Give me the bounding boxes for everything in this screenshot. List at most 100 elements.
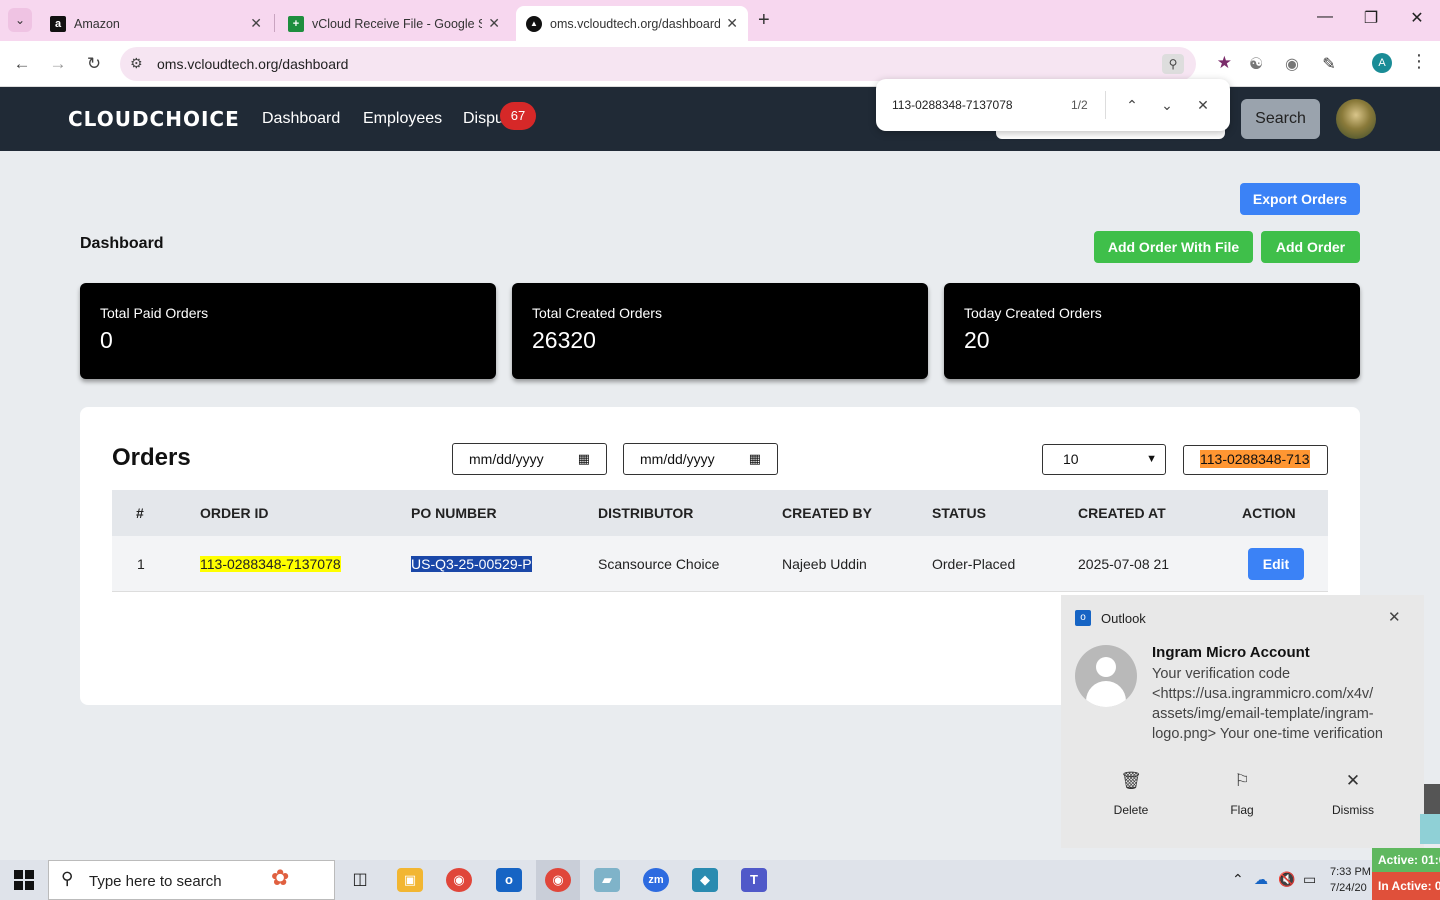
file-explorer-icon[interactable]: ▣: [397, 868, 423, 892]
orders-table-header: # ORDER ID PO NUMBER DISTRIBUTOR CREATED…: [112, 490, 1328, 536]
stat-value: 20: [964, 327, 990, 353]
find-match-count: 1/2: [1071, 98, 1088, 112]
restore-icon[interactable]: ❐: [1356, 8, 1386, 28]
outlook-notification[interactable]: o Outlook ✕ Ingram Micro Account Your ve…: [1061, 595, 1424, 848]
user-avatar[interactable]: [1336, 99, 1376, 139]
find-query-input[interactable]: 113-0288348-7137078: [892, 98, 1013, 112]
chrome-icon[interactable]: ◉: [446, 868, 472, 892]
stat-value: 26320: [532, 327, 596, 353]
col-number: #: [136, 505, 144, 521]
col-distributor: DISTRIBUTOR: [598, 505, 694, 521]
translate-icon[interactable]: ◉: [1281, 54, 1303, 74]
nav-disputes[interactable]: Dispu: [463, 110, 504, 128]
nav-employees[interactable]: Employees: [363, 110, 442, 128]
browser-menu-icon[interactable]: ⋮: [1410, 51, 1428, 72]
taskbar-search-box[interactable]: ⚲ Type here to search ✿: [48, 860, 335, 900]
tab-amazon[interactable]: a Amazon ✕: [40, 6, 272, 41]
window-close-icon[interactable]: ✕: [1402, 8, 1432, 28]
taskbar-clock[interactable]: 7:33 PM 7/24/20: [1330, 864, 1371, 896]
cloudchoice-logo[interactable]: CLOUDCHOICE: [68, 107, 240, 131]
stat-card-today-created: Today Created Orders 20: [944, 283, 1360, 379]
network-icon[interactable]: ▭: [1303, 871, 1316, 888]
calendar-icon[interactable]: ▦: [749, 444, 761, 474]
created-by-cell: Najeeb Uddin: [782, 556, 867, 572]
minimize-icon[interactable]: —: [1310, 8, 1340, 26]
find-close-icon[interactable]: ✕: [1191, 93, 1215, 117]
col-po-number: PO NUMBER: [411, 505, 497, 521]
sheets-icon: +: [288, 15, 304, 32]
find-in-page-bar: 113-0288348-7137078 1/2 ⌃ ⌄ ✕: [876, 79, 1230, 131]
add-order-with-file-button[interactable]: Add Order With File: [1094, 231, 1253, 263]
tab-vcloud-receive-file[interactable]: + vCloud Receive File - Google Sh ✕: [278, 6, 510, 41]
col-created-at: CREATED AT: [1078, 505, 1166, 521]
reload-icon[interactable]: ↻: [81, 51, 107, 77]
tray-chevron-icon[interactable]: ⌃: [1232, 871, 1244, 888]
add-order-button[interactable]: Add Order: [1261, 231, 1360, 263]
site-settings-icon[interactable]: ⚙: [130, 55, 143, 72]
flag-icon: ⚐: [1234, 771, 1250, 790]
edit-order-button[interactable]: Edit: [1248, 548, 1304, 580]
col-action: ACTION: [1242, 505, 1296, 521]
extension-icon[interactable]: ☯: [1245, 54, 1267, 74]
distributor-cell: Scansource Choice: [598, 556, 720, 572]
search-highlight-decoration-icon: ✿: [271, 865, 290, 890]
nav-search-button[interactable]: Search: [1241, 99, 1320, 139]
date-from-input[interactable]: mm/dd/yyyy ▦: [452, 443, 607, 475]
notification-delete-button[interactable]: 🗑 Delete: [1091, 771, 1171, 817]
zoom-icon[interactable]: zm: [643, 868, 669, 892]
browser-tab-bar: ⌄ a Amazon ✕ + vCloud Receive File - Goo…: [0, 0, 1440, 41]
tab-close-icon[interactable]: ✕: [726, 15, 738, 32]
orders-search-input[interactable]: 113-0288348-713: [1183, 445, 1328, 475]
profile-avatar[interactable]: A: [1372, 53, 1392, 73]
notification-app-name: Outlook: [1101, 611, 1146, 626]
tab-search-dropdown-icon[interactable]: ⌄: [8, 8, 32, 32]
find-previous-icon[interactable]: ⌃: [1120, 93, 1144, 117]
teams-icon[interactable]: T: [741, 868, 767, 892]
page-size-select[interactable]: 10 ▼: [1042, 444, 1166, 475]
tab-close-icon[interactable]: ✕: [488, 15, 500, 32]
app-icon[interactable]: ▰: [594, 868, 620, 892]
status-cell: Order-Placed: [932, 556, 1016, 572]
address-bar[interactable]: ⚙ oms.vcloudtech.org/dashboard ⚲ ★: [120, 47, 1232, 81]
extensions-puzzle-icon[interactable]: ✎: [1318, 54, 1340, 74]
export-orders-button[interactable]: Export Orders: [1240, 183, 1360, 215]
find-next-icon[interactable]: ⌄: [1155, 93, 1179, 117]
side-widget-teal: [1420, 814, 1440, 844]
col-order-id: ORDER ID: [200, 505, 269, 521]
back-icon[interactable]: ←: [9, 51, 35, 77]
calendar-icon[interactable]: ▦: [578, 444, 590, 474]
bookmark-star-icon[interactable]: ★: [1217, 53, 1232, 73]
stat-label: Total Paid Orders: [100, 305, 209, 321]
chrome-profile-icon[interactable]: ◉: [545, 868, 571, 892]
nav-dashboard[interactable]: Dashboard: [262, 110, 340, 128]
table-row: 1 113-0288348-7137078 US-Q3-25-00529-P S…: [112, 536, 1328, 592]
windows-taskbar: ⚲ Type here to search ✿ ◫ ▣ ◉ o ◉ ▰ zm ◆…: [0, 860, 1440, 900]
tab-close-icon[interactable]: ✕: [250, 15, 262, 32]
outlook-taskbar-icon[interactable]: o: [496, 868, 522, 892]
task-view-icon[interactable]: ◫: [347, 868, 373, 892]
tab-divider: [274, 14, 275, 32]
notification-dismiss-button[interactable]: ✕ Dismiss: [1313, 771, 1393, 817]
notification-flag-button[interactable]: ⚐ Flag: [1202, 771, 1282, 817]
onedrive-icon[interactable]: ☁: [1254, 871, 1268, 888]
notification-close-icon[interactable]: ✕: [1388, 608, 1401, 626]
find-in-page-icon[interactable]: ⚲: [1162, 54, 1184, 74]
new-tab-icon[interactable]: +: [758, 9, 770, 32]
volume-icon[interactable]: 🔇: [1278, 871, 1295, 888]
windows-start-icon[interactable]: [14, 870, 34, 890]
outlook-icon: o: [1075, 610, 1091, 626]
app-diamond-icon[interactable]: ◆: [692, 868, 718, 892]
trash-icon: 🗑: [1120, 771, 1142, 790]
po-number-cell: US-Q3-25-00529-P: [411, 556, 532, 572]
order-id-cell: 113-0288348-7137078: [200, 556, 341, 572]
disputes-count-badge: 67: [500, 102, 536, 130]
active-time-badge: Active: 01:0: [1372, 848, 1440, 872]
url-text[interactable]: oms.vcloudtech.org/dashboard: [157, 56, 348, 72]
forward-icon[interactable]: →: [45, 51, 71, 77]
date-to-input[interactable]: mm/dd/yyyy ▦: [623, 443, 778, 475]
side-widget: [1424, 784, 1440, 814]
row-number: 1: [137, 556, 145, 572]
amazon-icon: a: [50, 15, 66, 32]
tab-oms-dashboard[interactable]: ▲ oms.vcloudtech.org/dashboard ✕: [516, 6, 748, 41]
stat-label: Today Created Orders: [964, 305, 1102, 321]
